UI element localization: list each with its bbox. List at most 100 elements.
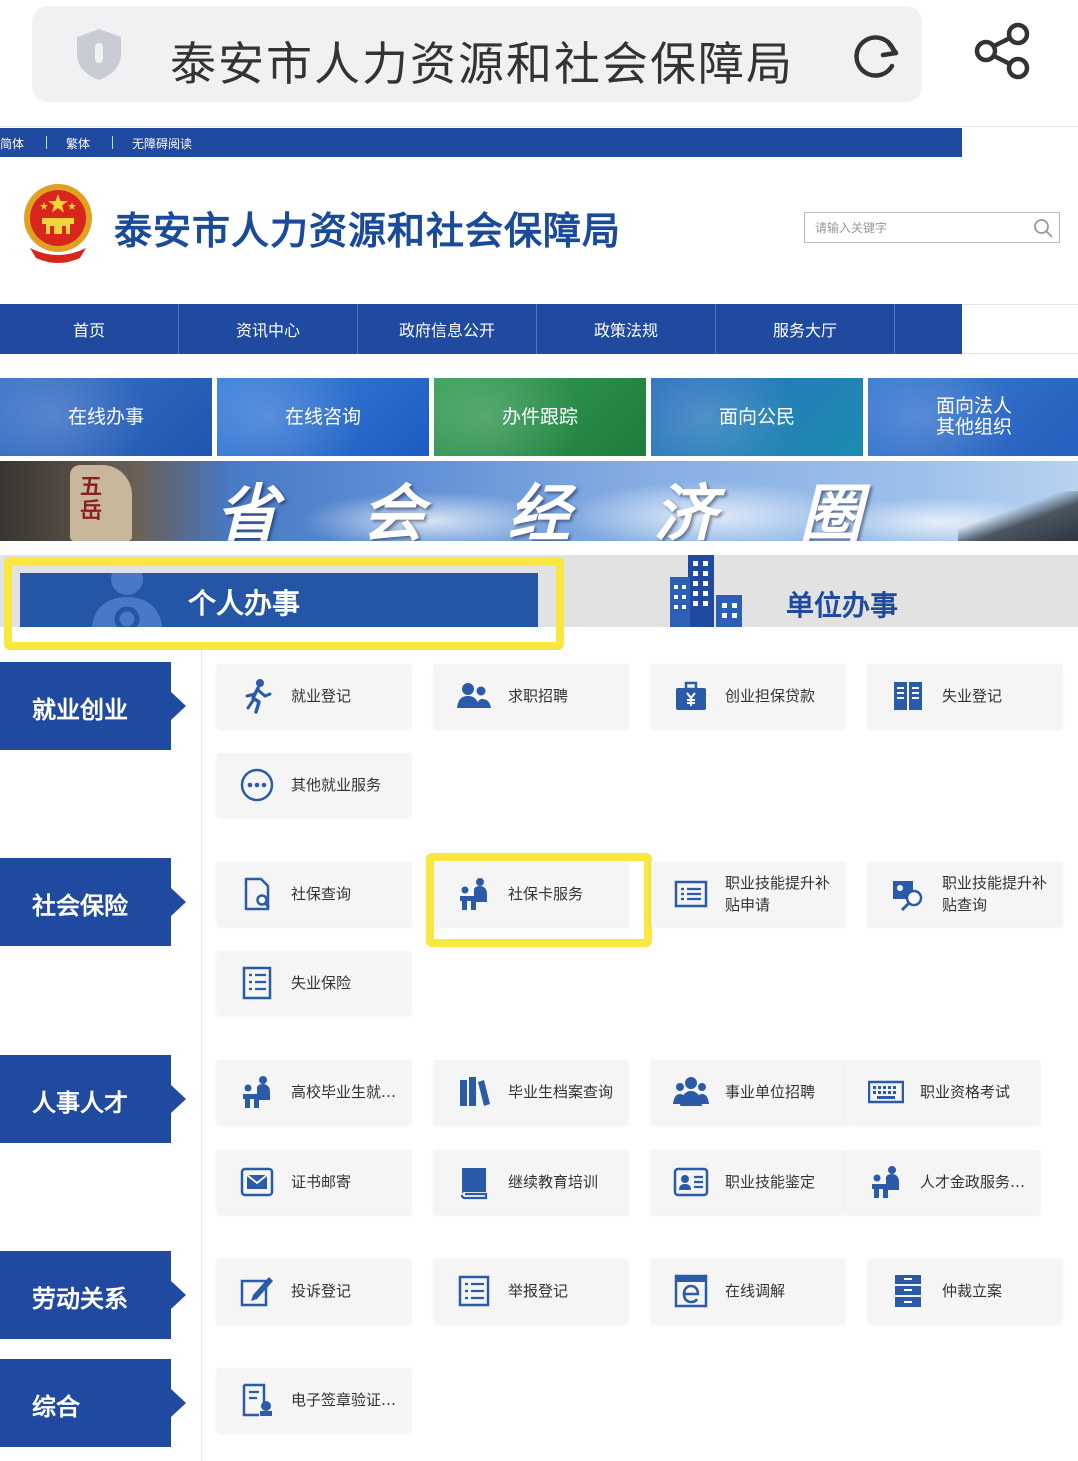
service-label: 创业担保贷款 <box>725 687 816 705</box>
service-label: 求职招聘 <box>508 687 569 705</box>
service-label: 其他就业服务 <box>291 776 382 794</box>
open-book-icon <box>894 682 922 710</box>
service-qualification-exam[interactable]: 职业资格考试 <box>846 1060 1040 1124</box>
nav-interaction[interactable]: 互 <box>895 304 962 354</box>
reload-icon[interactable] <box>848 28 904 84</box>
main-navigation: 首页 资讯中心 政府信息公开 政策法规 服务大厅 互 <box>0 304 962 354</box>
service-unemployment-insurance[interactable]: 失业保险 <box>217 951 411 1015</box>
nav-home[interactable]: 首页 <box>0 304 179 354</box>
service-unemployment-registration[interactable]: 失业登记 <box>868 664 1062 728</box>
page-title: 泰安市人力资源和社会保障局 <box>170 37 794 91</box>
service-arbitration-filing[interactable]: 仲裁立案 <box>868 1259 1062 1323</box>
id-card-icon <box>673 1167 709 1197</box>
service-label: 举报登记 <box>508 1282 569 1300</box>
address-bar[interactable]: 泰安市人力资源和社会保障局 <box>32 6 922 102</box>
service-e-signature-verification[interactable]: 电子签章验证… <box>217 1368 411 1432</box>
national-emblem-logo <box>24 184 92 263</box>
file-cabinet-icon <box>895 1275 921 1307</box>
service-graduate-archive-query[interactable]: 毕业生档案查询 <box>434 1060 628 1124</box>
walking-person-icon <box>245 679 272 714</box>
nav-overflow-area <box>962 304 1078 354</box>
divider <box>46 136 47 149</box>
top-utility-bar: 简体 繁体 无障碍阅读 <box>0 128 962 157</box>
service-report-registration[interactable]: 举报登记 <box>434 1259 628 1323</box>
banner-slogan-char: 济 <box>654 477 717 541</box>
service-public-institution-recruitment[interactable]: 事业单位招聘 <box>651 1060 845 1124</box>
shield-icon <box>77 29 121 80</box>
service-label: 就业登记 <box>291 687 352 705</box>
simplified-chinese-link[interactable]: 简体 <box>0 135 24 152</box>
briefcase-yen-icon <box>676 681 706 710</box>
more-dots-icon <box>240 768 274 802</box>
toolbar-divider <box>0 126 1078 127</box>
selection-highlight <box>4 557 564 650</box>
site-title: 泰安市人力资源和社会保障局 <box>114 209 622 253</box>
category-label: 就业创业 <box>32 696 128 724</box>
service-continuing-education[interactable]: 继续教育培训 <box>434 1150 628 1214</box>
category-label: 综合 <box>32 1393 80 1421</box>
service-label: 职业技能提升补贴查询 <box>942 874 1048 914</box>
service-skill-appraisal[interactable]: 职业技能鉴定 <box>651 1150 845 1214</box>
service-other-employment[interactable]: 其他就业服务 <box>217 753 411 817</box>
people-group-icon <box>457 683 491 708</box>
service-label: 职业技能鉴定 <box>725 1173 816 1191</box>
service-graduate-employment[interactable]: 高校毕业生就… <box>217 1060 411 1124</box>
tile-case-tracking[interactable]: 办件跟踪 <box>434 378 646 456</box>
category-social-insurance[interactable]: 社会保险 <box>0 858 186 946</box>
accessible-reading-link[interactable]: 无障碍阅读 <box>132 135 192 152</box>
nav-news-center[interactable]: 资讯中心 <box>179 304 358 354</box>
tile-label: 面向法人 其他组织 <box>935 395 1012 438</box>
service-startup-loan[interactable]: 创业担保贷款 <box>651 664 845 728</box>
service-talent-policy[interactable]: 人才金政服务… <box>846 1150 1040 1214</box>
service-label: 电子签章验证… <box>291 1391 397 1409</box>
category-labor-relations[interactable]: 劳动关系 <box>0 1251 186 1339</box>
category-general[interactable]: 综合 <box>0 1359 186 1447</box>
nav-government-info[interactable]: 政府信息公开 <box>358 304 537 354</box>
tile-label: 在线办事 <box>67 405 144 428</box>
book-icon <box>460 1168 488 1200</box>
service-label: 失业保险 <box>291 974 352 992</box>
search-box <box>804 212 1060 243</box>
search-input[interactable] <box>815 218 1025 238</box>
service-label: 高校毕业生就… <box>291 1083 397 1101</box>
service-skill-subsidy-query[interactable]: 职业技能提升补贴查询 <box>868 862 1062 926</box>
service-label: 证书邮寄 <box>291 1173 352 1191</box>
edit-icon <box>240 1277 273 1307</box>
service-social-security-query[interactable]: 社保查询 <box>217 862 411 926</box>
service-employment-registration[interactable]: 就业登记 <box>217 664 411 728</box>
nav-policies[interactable]: 政策法规 <box>537 304 716 354</box>
tab-label: 单位办事 <box>786 589 899 622</box>
service-certificate-mailing[interactable]: 证书邮寄 <box>217 1150 411 1214</box>
service-label: 仲裁立案 <box>942 1282 1003 1300</box>
traditional-chinese-link[interactable]: 繁体 <box>66 135 90 152</box>
service-complaint-registration[interactable]: 投诉登记 <box>217 1259 411 1323</box>
service-label: 职业资格考试 <box>920 1083 1011 1101</box>
service-job-recruitment[interactable]: 求职招聘 <box>434 664 628 728</box>
service-label: 社保查询 <box>291 885 352 903</box>
document-search-icon <box>244 877 270 911</box>
search-icon[interactable] <box>1033 218 1053 238</box>
service-label: 在线调解 <box>725 1282 786 1300</box>
nav-service-hall[interactable]: 服务大厅 <box>716 304 895 354</box>
document-seal-icon <box>242 1383 272 1417</box>
service-label: 失业登记 <box>942 687 1003 705</box>
service-desk-icon <box>872 1166 899 1198</box>
list-icon <box>242 966 272 1000</box>
mail-icon <box>240 1167 274 1197</box>
tile-online-consultation[interactable]: 在线咨询 <box>217 378 429 456</box>
category-employment[interactable]: 就业创业 <box>0 662 186 750</box>
banner-slogan-char: 会 <box>362 477 425 541</box>
divider <box>201 650 202 1461</box>
tile-for-citizens[interactable]: 面向公民 <box>651 378 863 456</box>
building-icon <box>670 555 742 627</box>
selection-highlight <box>426 853 652 947</box>
tile-online-service[interactable]: 在线办事 <box>0 378 212 456</box>
service-label: 事业单位招聘 <box>725 1083 816 1101</box>
rock-inscription: 五岳 <box>80 474 103 524</box>
share-icon[interactable] <box>970 20 1032 82</box>
service-label: 职业技能提升补贴申请 <box>725 874 831 914</box>
service-skill-subsidy-apply[interactable]: 职业技能提升补贴申请 <box>651 862 845 926</box>
tile-for-legal-entities[interactable]: 面向法人 其他组织 <box>868 378 1078 456</box>
category-personnel-talent[interactable]: 人事人才 <box>0 1055 186 1143</box>
service-online-mediation[interactable]: 在线调解 <box>651 1259 845 1323</box>
